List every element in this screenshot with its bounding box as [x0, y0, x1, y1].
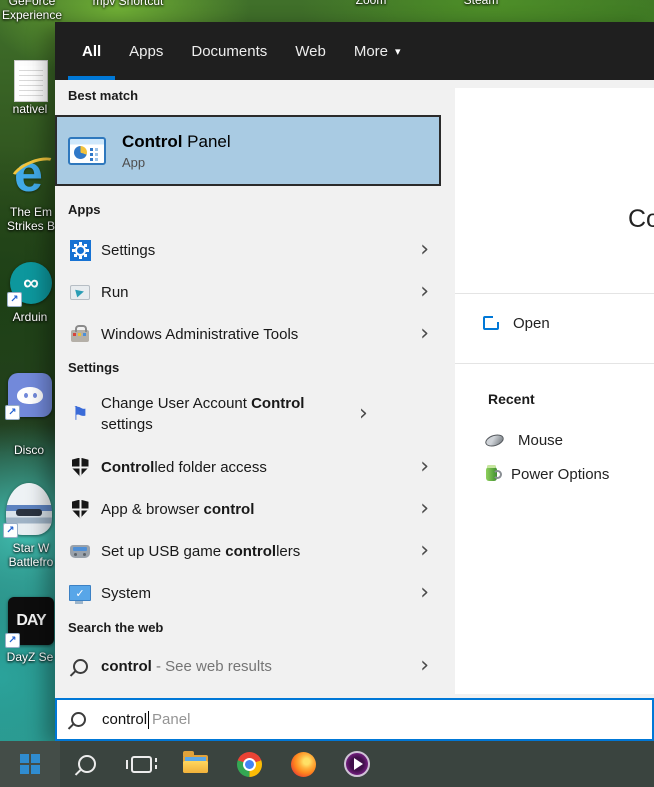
media-player-button[interactable] — [330, 741, 384, 787]
best-match-subtitle: App — [122, 154, 146, 170]
desktop-label-geforce-experience[interactable]: GeForce Experience — [0, 0, 64, 22]
shield-icon — [71, 457, 89, 477]
desktop-icon-dayz[interactable]: DAY ↗ — [5, 597, 54, 648]
taskbar — [0, 741, 654, 787]
tab-all[interactable]: All — [68, 22, 116, 80]
shortcut-arrow-icon: ↗ — [7, 292, 22, 307]
tab-more[interactable]: More ▾ — [340, 22, 415, 80]
chevron-right-icon[interactable]: › — [420, 281, 429, 303]
tab-web[interactable]: Web — [281, 22, 340, 80]
desktop-label-steam[interactable]: Steam — [446, 0, 516, 7]
section-header-apps: Apps — [68, 202, 101, 217]
shield-icon — [71, 499, 89, 519]
divider — [455, 363, 654, 364]
desktop-icon-star-wars-label: Star W Battlefro — [8, 541, 54, 569]
tab-documents[interactable]: Documents — [177, 22, 281, 80]
preview-panel: Co ↗ Open Recent Mouse Power Options — [455, 88, 654, 694]
chevron-right-icon[interactable]: › — [359, 403, 368, 425]
desktop-icon-discord[interactable]: ↗ — [5, 373, 52, 420]
start-button[interactable] — [0, 741, 60, 787]
chevron-down-icon: ▾ — [395, 45, 401, 58]
internet-explorer-icon: e — [6, 145, 64, 203]
section-header-best-match: Best match — [68, 88, 139, 103]
document-icon — [14, 60, 48, 102]
chevron-right-icon[interactable]: › — [420, 456, 429, 478]
text-caret — [148, 710, 150, 729]
control-panel-icon — [68, 136, 106, 165]
result-settings[interactable]: Settings › — [55, 229, 441, 271]
windows-logo-icon — [20, 754, 40, 774]
recent-item-mouse[interactable]: Mouse — [455, 426, 654, 454]
chevron-right-icon[interactable]: › — [420, 655, 429, 677]
desktop-icon-document-label: nativel — [12, 102, 48, 116]
chevron-right-icon[interactable]: › — [420, 582, 429, 604]
desktop-icon-star-wars-battlefront[interactable]: ↗ — [3, 483, 52, 538]
desktop-screen: GeForce Experience mpv Shortcut Zoom Ste… — [0, 0, 654, 787]
open-action[interactable]: ↗ Open — [455, 301, 654, 345]
desktop-icon-internet-explorer[interactable]: e — [6, 145, 64, 203]
run-icon — [70, 284, 90, 300]
result-uac-settings[interactable]: ⚑ Change User Account Control settings › — [55, 386, 441, 442]
media-player-icon — [344, 751, 370, 777]
search-filter-tabbar: All Apps Documents Web More ▾ — [55, 22, 654, 80]
search-flyout: All Apps Documents Web More ▾ Best match… — [55, 22, 654, 741]
search-icon — [71, 712, 86, 727]
result-system[interactable]: ✓ System › — [55, 572, 441, 614]
result-run[interactable]: Run › — [55, 271, 441, 313]
search-icon — [72, 658, 88, 674]
section-header-search-the-web: Search the web — [68, 620, 164, 635]
search-input-value: control — [102, 711, 148, 728]
best-match-control-panel[interactable]: Control Panel App — [55, 115, 441, 186]
preview-title: Co — [628, 205, 654, 233]
tab-apps[interactable]: Apps — [115, 22, 177, 80]
search-icon — [78, 755, 96, 773]
firefox-icon — [290, 751, 316, 777]
gamepad-icon — [70, 544, 90, 558]
desktop-label-mpv-shortcut[interactable]: mpv Shortcut — [84, 0, 172, 8]
result-web-search-control[interactable]: control - See web results › — [55, 645, 441, 687]
desktop-icon-document[interactable] — [14, 60, 48, 102]
open-icon: ↗ — [483, 310, 503, 330]
search-input-suggestion: Panel — [152, 711, 191, 728]
chevron-right-icon[interactable]: › — [420, 239, 429, 261]
chrome-icon — [236, 751, 262, 777]
desktop-icon-empire-label: The Em Strikes B — [6, 205, 55, 233]
section-header-settings: Settings — [68, 360, 120, 375]
result-windows-administrative-tools[interactable]: Windows Administrative Tools › — [55, 313, 441, 355]
chevron-right-icon[interactable]: › — [420, 540, 429, 562]
desktop-icon-arduino-label: Arduin — [12, 310, 48, 324]
desktop-label-zoom[interactable]: Zoom — [336, 0, 406, 7]
chrome-button[interactable] — [222, 741, 276, 787]
desktop-icon-dayz-label: DayZ Se — [6, 650, 54, 664]
desktop-icon-discord-label: Disco — [13, 443, 44, 457]
power-options-icon — [486, 465, 502, 481]
flag-icon: ⚑ — [71, 402, 89, 425]
chevron-right-icon[interactable]: › — [420, 323, 429, 345]
best-match-title: Control Panel — [122, 131, 231, 151]
result-usb-game-controllers[interactable]: Set up USB game controllers › — [55, 530, 441, 572]
file-explorer-button[interactable] — [168, 741, 222, 787]
recent-item-power-options[interactable]: Power Options — [455, 460, 654, 488]
result-controlled-folder-access[interactable]: Controlled folder access › — [55, 446, 441, 488]
taskbar-search-button[interactable] — [60, 741, 114, 787]
desktop-icon-arduino[interactable]: ∞ ↗ — [7, 262, 52, 307]
gear-icon — [69, 239, 91, 261]
shortcut-arrow-icon: ↗ — [3, 523, 18, 538]
divider — [455, 293, 654, 294]
recent-header: Recent — [488, 391, 535, 407]
firefox-button[interactable] — [276, 741, 330, 787]
monitor-icon: ✓ — [69, 585, 91, 604]
mouse-icon — [483, 431, 506, 449]
shortcut-arrow-icon: ↗ — [5, 633, 20, 648]
result-app-browser-control[interactable]: App & browser control › — [55, 488, 441, 530]
search-input[interactable]: control Panel — [55, 698, 654, 741]
task-view-button[interactable] — [114, 741, 168, 787]
task-view-icon — [125, 755, 157, 773]
file-explorer-icon — [182, 751, 208, 773]
search-results-panel: Best match Control Panel App Apps Settin… — [55, 80, 654, 698]
chevron-right-icon[interactable]: › — [420, 498, 429, 520]
toolbox-icon — [71, 325, 89, 342]
shortcut-arrow-icon: ↗ — [5, 405, 20, 420]
